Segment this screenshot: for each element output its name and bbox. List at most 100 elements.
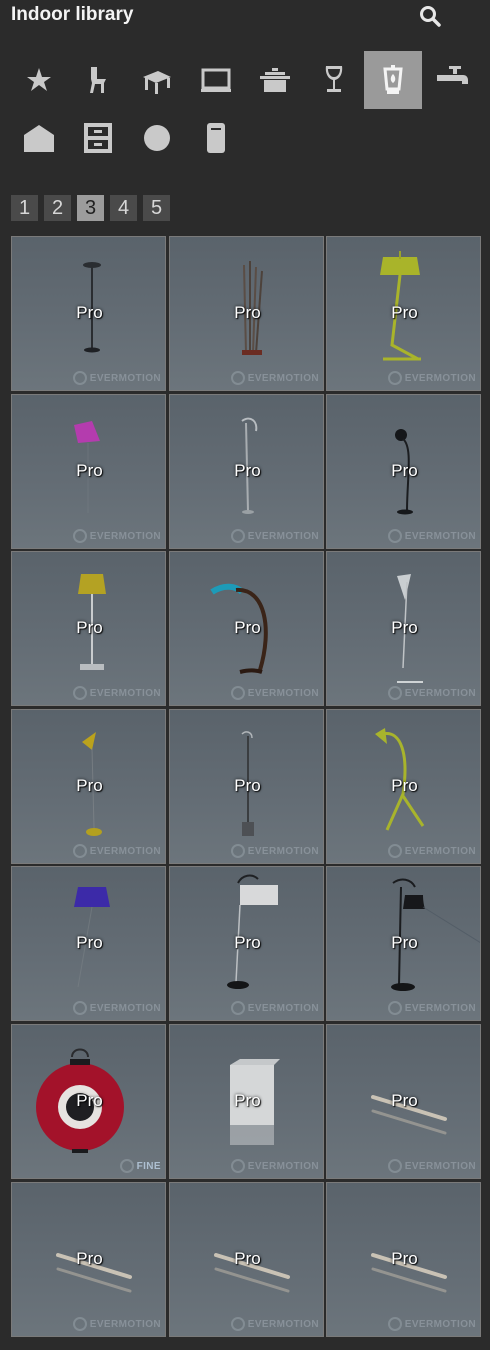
cylinder-icon: [207, 123, 225, 153]
category-electronics[interactable]: [187, 51, 245, 109]
watermark-logo-icon: [387, 1159, 402, 1173]
pro-badge: Pro: [234, 618, 261, 637]
grid-item-2[interactable]: Pro EVERMOTION: [169, 236, 324, 391]
grid-item-19[interactable]: Pro EVERMOTION: [11, 1182, 166, 1337]
grid-item-15[interactable]: Pro EVERMOTION: [326, 866, 481, 1021]
pro-badge: Pro: [234, 1091, 261, 1110]
pro-badge: Pro: [391, 1249, 418, 1268]
pro-badge: Pro: [391, 461, 418, 480]
watermark: FINE: [119, 1159, 161, 1173]
chair-icon: [90, 67, 106, 93]
pro-badge: Pro: [391, 618, 418, 637]
category-tableware[interactable]: [305, 51, 363, 109]
watermark: EVERMOTION: [230, 1317, 319, 1331]
page-5-button[interactable]: 5: [143, 195, 170, 221]
watermark-logo-icon: [230, 1317, 245, 1331]
grid-item-8[interactable]: Pro EVERMOTION: [169, 551, 324, 706]
category-misc[interactable]: [187, 109, 245, 167]
grid-item-14[interactable]: Pro EVERMOTION: [169, 866, 324, 1021]
pro-badge: Pro: [234, 1249, 261, 1268]
watermark: EVERMOTION: [72, 371, 161, 385]
category-decor[interactable]: [128, 109, 186, 167]
page-1-button[interactable]: 1: [11, 195, 38, 221]
watermark: EVERMOTION: [230, 1159, 319, 1173]
watermark: EVERMOTION: [387, 686, 476, 700]
grid-item-17[interactable]: Pro EVERMOTION: [169, 1024, 324, 1179]
category-bathroom[interactable]: [423, 51, 481, 109]
watermark-logo-icon: [387, 1001, 402, 1015]
grid-item-9[interactable]: Pro EVERMOTION: [326, 551, 481, 706]
grid-item-11[interactable]: Pro EVERMOTION: [169, 709, 324, 864]
category-storage[interactable]: [10, 109, 68, 167]
page-2-button[interactable]: 2: [44, 195, 71, 221]
grid-item-7[interactable]: Pro EVERMOTION: [11, 551, 166, 706]
watermark: EVERMOTION: [72, 1001, 161, 1015]
grid-item-1[interactable]: Pro EVERMOTION: [11, 236, 166, 391]
watermark: EVERMOTION: [387, 371, 476, 385]
watermark-logo-icon: [119, 1159, 134, 1173]
pro-badge: Pro: [391, 303, 418, 322]
grid-item-16[interactable]: Pro FINE: [11, 1024, 166, 1179]
pot-icon: [260, 68, 290, 92]
grid-item-5[interactable]: Pro EVERMOTION: [169, 394, 324, 549]
box-icon: [24, 125, 54, 152]
page-4-button[interactable]: 4: [110, 195, 137, 221]
category-chairs[interactable]: [69, 51, 127, 109]
watermark: EVERMOTION: [230, 371, 319, 385]
watermark-logo-icon: [72, 1001, 87, 1015]
grid-item-21[interactable]: Pro EVERMOTION: [326, 1182, 481, 1337]
grid-item-10[interactable]: Pro EVERMOTION: [11, 709, 166, 864]
pro-badge: Pro: [76, 303, 103, 322]
watermark-logo-icon: [230, 529, 245, 543]
watermark-logo-icon: [72, 686, 87, 700]
watermark: EVERMOTION: [72, 1317, 161, 1331]
category-kitchen[interactable]: [246, 51, 304, 109]
watermark: EVERMOTION: [230, 686, 319, 700]
grid-item-4[interactable]: Pro EVERMOTION: [11, 394, 166, 549]
page-3-button[interactable]: 3: [77, 195, 104, 221]
watermark-text: EVERMOTION: [404, 1160, 476, 1172]
watermark-text: EVERMOTION: [247, 1318, 319, 1330]
watermark-text: EVERMOTION: [247, 530, 319, 542]
grid-item-13[interactable]: Pro EVERMOTION: [11, 866, 166, 1021]
wine-glass-icon: [325, 66, 343, 92]
pro-badge: Pro: [76, 1249, 103, 1268]
pro-badge: Pro: [76, 1091, 103, 1110]
table-icon: [143, 71, 171, 94]
watermark-logo-icon: [387, 844, 402, 858]
faucet-icon: [437, 66, 468, 84]
sphere-icon: [144, 125, 170, 151]
watermark-logo-icon: [387, 371, 402, 385]
grid-item-18[interactable]: Pro EVERMOTION: [326, 1024, 481, 1179]
pro-badge: Pro: [76, 461, 103, 480]
watermark-logo-icon: [72, 844, 87, 858]
watermark-text: EVERMOTION: [247, 1160, 319, 1172]
watermark-text: EVERMOTION: [247, 687, 319, 699]
watermark-logo-icon: [72, 529, 87, 543]
watermark-text: EVERMOTION: [89, 845, 161, 857]
category-favorites[interactable]: [10, 51, 68, 109]
search-icon[interactable]: [418, 4, 442, 28]
watermark-text: EVERMOTION: [89, 530, 161, 542]
watermark-logo-icon: [230, 686, 245, 700]
watermark: EVERMOTION: [387, 844, 476, 858]
watermark-text: EVERMOTION: [89, 1318, 161, 1330]
pro-badge: Pro: [391, 776, 418, 795]
watermark-text: EVERMOTION: [404, 1002, 476, 1014]
cabinet-icon: [84, 123, 112, 153]
grid-item-6[interactable]: Pro EVERMOTION: [326, 394, 481, 549]
category-lighting[interactable]: [364, 51, 422, 109]
category-cabinets[interactable]: [69, 109, 127, 167]
watermark: EVERMOTION: [230, 529, 319, 543]
watermark: EVERMOTION: [387, 1317, 476, 1331]
pro-badge: Pro: [76, 618, 103, 637]
watermark-text: EVERMOTION: [404, 530, 476, 542]
grid-item-20[interactable]: Pro EVERMOTION: [169, 1182, 324, 1337]
category-tables[interactable]: [128, 51, 186, 109]
grid-item-3[interactable]: Pro EVERMOTION: [326, 236, 481, 391]
grid-item-12[interactable]: Pro EVERMOTION: [326, 709, 481, 864]
watermark: EVERMOTION: [72, 686, 161, 700]
lamp-icon: [383, 65, 403, 94]
pro-badge: Pro: [76, 776, 103, 795]
watermark: EVERMOTION: [230, 1001, 319, 1015]
